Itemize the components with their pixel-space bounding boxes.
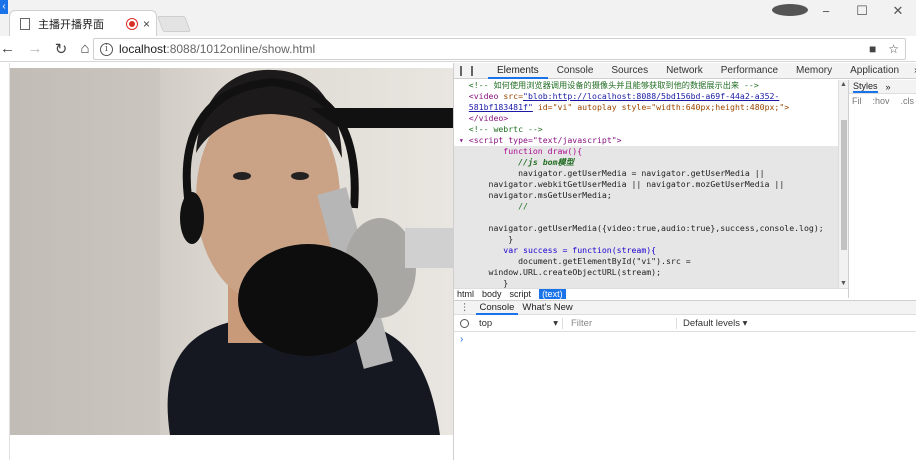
drawer-tab-console[interactable]: Console [475,300,519,315]
scrollbar-thumb[interactable] [841,120,847,250]
profile-button[interactable] [772,3,808,19]
console-filter-input[interactable]: Filter [567,318,677,329]
device-toolbar-icon[interactable] [471,65,473,76]
page-left-gutter [0,63,10,460]
breadcrumb-text[interactable]: (text) [539,289,566,299]
tab-application[interactable]: Application [841,63,908,79]
drawer-menu-icon[interactable]: ⋮ [454,302,476,313]
tab-performance[interactable]: Performance [712,63,787,79]
chevron-down-icon: ▾ [553,318,558,329]
code-line: var success = function(stream){ [503,245,657,255]
drawer-tabbar: ⋮ Console What's New [454,300,916,315]
elements-scrollbar[interactable]: ▲ ▼ [838,80,848,288]
styles-tabbar: Styles » [849,80,916,94]
code-line: navigator.webkitGetUserMedia || navigato… [488,179,785,189]
browser-titlebar: ‹ 主播开播界面 × − ☐ ✕ [0,0,916,36]
forward-button[interactable]: → [24,40,46,57]
code-line: document.getElementById("vi").src = [518,256,691,266]
address-bar[interactable]: i localhost :8088/1012online/show.html ■… [93,38,906,60]
inspect-element-icon[interactable] [460,65,462,76]
code-line: <!-- 如何使用浏览器调用设备的摄像头并且能够获取到他的数据展示出来 --> [468,80,759,90]
devtools-panel: Elements Console Sources Network Perform… [453,63,916,460]
styles-more-button[interactable]: » [886,82,891,92]
tab-console[interactable]: Console [548,63,603,79]
browser-tab[interactable]: 主播开播界面 × [9,10,157,36]
more-tabs-button[interactable]: » [910,65,916,76]
info-icon[interactable]: i [100,42,113,56]
breadcrumb-html[interactable]: html [457,289,474,299]
context-select[interactable]: top ▾ [479,318,563,329]
tab-memory[interactable]: Memory [787,63,841,79]
breadcrumb-body[interactable]: body [482,289,502,299]
window-controls: − ☐ ✕ [772,0,916,22]
profile-icon [772,3,808,16]
tab-sources[interactable]: Sources [602,63,657,79]
tab-network[interactable]: Network [657,63,712,79]
tab-elements[interactable]: Elements [488,63,548,79]
code-line: navigator.getUserMedia = navigator.getUs… [518,168,765,178]
bookmark-star-icon[interactable]: ☆ [888,42,899,56]
console-toolbar: top ▾ Filter Default levels ▾ [454,316,916,332]
reload-button[interactable]: ↻ [50,40,72,58]
code-line: <!-- webrtc --> [468,124,543,134]
code-line: } [508,234,514,244]
code-line: } [503,278,509,288]
recording-icon [126,18,137,29]
dom-breadcrumb: html body script (text) [454,288,848,299]
url-host: localhost [119,42,167,56]
left-edge-indicator: ‹ [0,0,8,14]
code-line: // [518,201,528,211]
url-path: :8088/1012online/show.html [166,42,316,56]
new-tab-button[interactable] [157,16,191,32]
browser-toolbar: ← → ↻ ⌂ i localhost :8088/1012online/sho… [0,36,916,62]
drawer-tab-whats-new[interactable]: What's New [518,300,576,315]
minimize-button[interactable]: − [808,4,844,19]
code-line: 581bf183481f" id="vi" autoplay style="wi… [468,102,790,112]
camera-icon[interactable]: ■ [869,42,876,56]
code-line: </video> [468,113,509,123]
tab-close-icon[interactable]: × [143,17,150,31]
code-line: navigator.getUserMedia({video:true,audio… [488,223,824,233]
maximize-button[interactable]: ☐ [844,3,880,19]
tab-title: 主播开播界面 [38,18,104,31]
styles-pane: Styles » Fil :hov .cls [848,80,916,298]
cls-toggle[interactable]: .cls [900,96,914,106]
clear-console-icon[interactable] [460,319,469,328]
back-button[interactable]: ← [0,40,15,57]
log-levels-select[interactable]: Default levels ▾ [677,318,747,329]
styles-filter-row: Fil :hov .cls [849,94,916,108]
code-line: window.URL.createObjectURL(stream); [488,267,662,277]
console-prompt[interactable]: › [460,334,463,345]
code-line: <video src="blob:http://localhost:8088/5… [468,91,780,101]
styles-filter-input[interactable]: Fil [852,96,862,106]
scroll-up-icon[interactable]: ▲ [840,81,847,88]
code-line: function draw(){ [503,146,583,156]
hov-toggle[interactable]: :hov [872,96,889,106]
tab-styles[interactable]: Styles [853,81,878,93]
code-line: ▾ <script type="text/javascript"> [454,135,622,145]
breadcrumb-script[interactable]: script [510,289,532,299]
document-icon [20,17,30,30]
code-line: //js bom模型 [518,157,574,167]
elements-dom-tree[interactable]: <!-- 如何使用浏览器调用设备的摄像头并且能够获取到他的数据展示出来 --> … [454,80,847,288]
devtools-tabbar: Elements Console Sources Network Perform… [454,63,916,79]
script-text-node[interactable]: function draw(){ //js bom模型 navigator.ge… [454,146,847,288]
close-window-button[interactable]: ✕ [880,3,916,19]
webcam-video [10,68,453,435]
scroll-down-icon[interactable]: ▼ [840,280,847,287]
context-value: top [479,318,493,329]
code-line: navigator.msGetUserMedia; [488,190,612,200]
